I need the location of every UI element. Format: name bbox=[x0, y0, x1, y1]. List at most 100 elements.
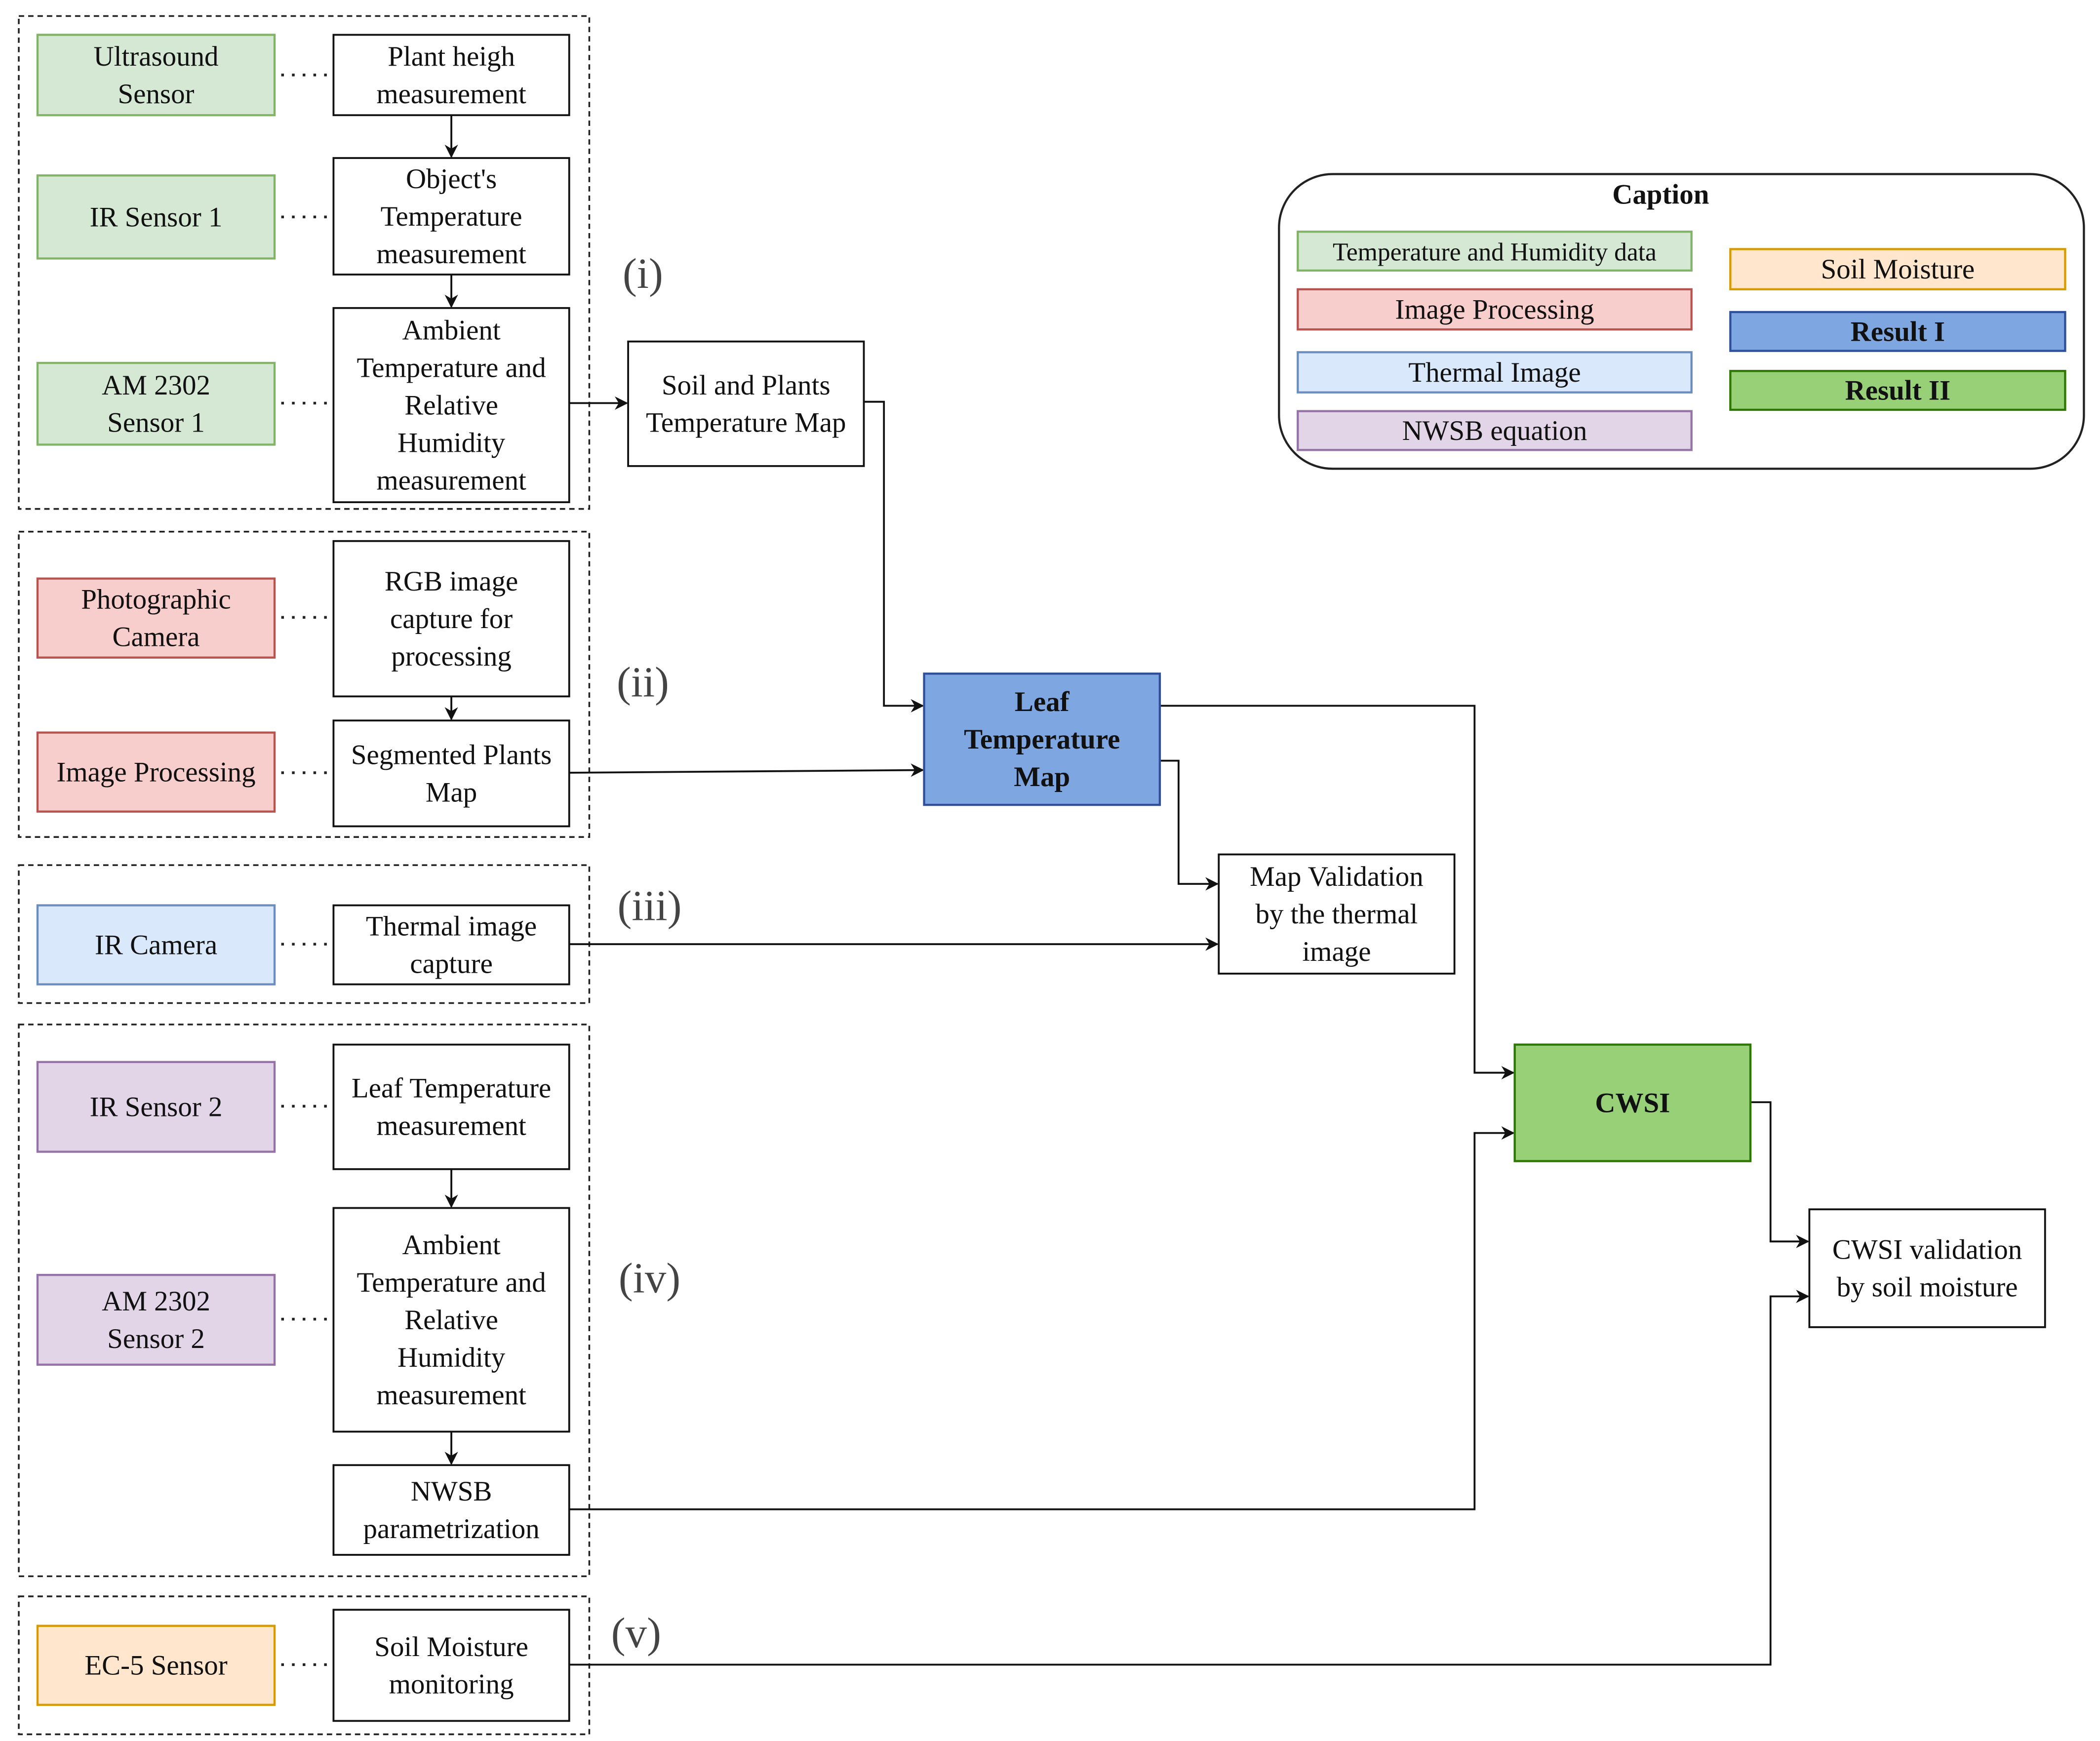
node-text: Map Validation bbox=[1250, 861, 1424, 892]
node-text: CWSI validation bbox=[1832, 1234, 2022, 1266]
node-box bbox=[332, 719, 570, 828]
node-cwsi-validation: CWSI validation by soil moisture bbox=[1808, 1208, 2046, 1328]
node-ir-sensor-2: IR Sensor 2 bbox=[36, 1061, 276, 1153]
node-text: IR Camera bbox=[95, 930, 217, 961]
node-text: Thermal image bbox=[366, 911, 537, 942]
node-text: Humidity bbox=[397, 427, 506, 458]
node-ec5: EC-5 Sensor bbox=[36, 1624, 276, 1706]
node-text: monitoring bbox=[389, 1669, 514, 1700]
legend-item-result-1: Result I bbox=[1729, 311, 2066, 352]
node-cwsi: CWSI bbox=[1513, 1043, 1752, 1162]
node-text: Ambient bbox=[402, 315, 500, 346]
flow-arrow bbox=[569, 1289, 1810, 1666]
node-text: Humidity bbox=[397, 1342, 506, 1373]
node-soil-plants-map: Soil and Plants Temperature Map bbox=[627, 340, 865, 467]
cwsi-workflow-diagram: Ultrasound Sensor IR Sensor 1 AM 2302 Sensor… bbox=[18, 15, 2085, 1736]
node-segmented: Segmented Plants Map bbox=[332, 719, 570, 828]
node-text: RGB image bbox=[385, 566, 518, 597]
node-box bbox=[332, 1609, 570, 1722]
legend-label: Temperature and Humidity data bbox=[1333, 238, 1657, 267]
node-text: processing bbox=[391, 641, 512, 672]
legend-label: Result II bbox=[1845, 375, 1951, 406]
node-text: Segmented Plants bbox=[351, 739, 552, 770]
node-text: measurement bbox=[376, 238, 526, 270]
node-box bbox=[332, 1043, 570, 1170]
node-text: capture for bbox=[390, 603, 513, 634]
node-text: Leaf bbox=[1015, 686, 1070, 717]
section-label: (ii) bbox=[617, 658, 669, 706]
node-text: measurement bbox=[376, 1380, 526, 1411]
legend-item-thermal-image: Thermal Image bbox=[1297, 351, 1693, 394]
node-text: Ambient bbox=[402, 1229, 500, 1261]
node-text: EC-5 Sensor bbox=[84, 1650, 227, 1681]
node-text: Object's bbox=[406, 163, 497, 195]
node-text: Leaf Temperature bbox=[352, 1073, 551, 1104]
node-text: Sensor bbox=[118, 79, 195, 110]
node-am2302-1: AM 2302 Sensor 1 bbox=[36, 361, 276, 446]
flow-arrow bbox=[569, 763, 924, 777]
node-rgb-capture: RGB image capture for processing bbox=[332, 540, 570, 698]
legend-label: NWSB equation bbox=[1402, 415, 1587, 446]
flow-arrow bbox=[1750, 1101, 1810, 1248]
legend-item-nwsb-equation: NWSB equation bbox=[1297, 410, 1693, 451]
node-soil-monitoring: Soil Moisture monitoring bbox=[332, 1609, 570, 1722]
flow-arrow bbox=[569, 1126, 1515, 1510]
node-text: capture bbox=[410, 948, 493, 979]
caption-title: Caption bbox=[1612, 179, 1709, 210]
node-object-temp: Object's Temperature measurement bbox=[332, 157, 570, 276]
node-text: CWSI bbox=[1595, 1088, 1670, 1119]
section-label: (v) bbox=[611, 1609, 661, 1657]
node-text: image bbox=[1302, 936, 1371, 967]
node-text: Relative bbox=[404, 1305, 498, 1336]
node-text: IR Sensor 1 bbox=[90, 201, 223, 233]
node-text: Temperature and bbox=[357, 353, 546, 384]
node-text: Sensor 2 bbox=[107, 1323, 205, 1354]
node-text: parametrization bbox=[363, 1513, 539, 1544]
legend-item-soil-moisture: Soil Moisture bbox=[1729, 248, 2066, 291]
caption-legend: Caption Temperature and Humidity data Imag… bbox=[1278, 173, 2085, 470]
flow-arrow bbox=[864, 400, 924, 712]
section-label: (i) bbox=[623, 250, 663, 297]
node-text: Map bbox=[426, 777, 477, 808]
legend-item-temperature-humidity: Temperature and Humidity data bbox=[1297, 231, 1693, 272]
node-text: Image Processing bbox=[56, 757, 255, 788]
node-ambient-2: Ambient Temperature and Relative Humidity me… bbox=[332, 1207, 570, 1433]
legend-label: Thermal Image bbox=[1408, 357, 1581, 388]
legend-label: Soil Moisture bbox=[1821, 254, 1975, 285]
node-text: Soil and Plants bbox=[662, 370, 831, 401]
section-label: (iv) bbox=[619, 1254, 680, 1302]
node-text: Plant heigh bbox=[388, 41, 515, 72]
section-label: (iii) bbox=[617, 882, 681, 929]
legend-item-image-processing: Image Processing bbox=[1297, 288, 1693, 331]
node-text: measurement bbox=[376, 1110, 526, 1142]
node-am2302-2: AM 2302 Sensor 2 bbox=[36, 1273, 276, 1366]
node-ir-camera: IR Camera bbox=[36, 904, 276, 986]
flow-arrow bbox=[1159, 759, 1219, 891]
node-text: IR Sensor 2 bbox=[90, 1092, 223, 1123]
node-text: measurement bbox=[376, 79, 526, 110]
node-photo-camera: Photographic Camera bbox=[36, 577, 276, 659]
node-thermal-capture: Thermal image capture bbox=[332, 904, 570, 986]
legend-label: Image Processing bbox=[1395, 294, 1594, 325]
node-box bbox=[627, 340, 865, 467]
node-plant-height: Plant heigh measurement bbox=[332, 34, 570, 117]
node-nwsb-param: NWSB parametrization bbox=[332, 1464, 570, 1556]
node-text: Ultrasound bbox=[94, 41, 219, 72]
node-text: by soil moisture bbox=[1837, 1272, 2018, 1303]
node-text: Photographic bbox=[81, 584, 231, 615]
legend-item-result-2: Result II bbox=[1729, 370, 2066, 411]
node-text: Soil Moisture bbox=[374, 1631, 528, 1662]
node-leaf-temp-map: Leaf Temperature Map bbox=[923, 673, 1161, 806]
node-ultrasound: Ultrasound Sensor bbox=[36, 34, 276, 117]
node-leaf-temp-meas: Leaf Temperature measurement bbox=[332, 1043, 570, 1170]
node-text: Sensor 1 bbox=[107, 407, 205, 438]
node-text: Camera bbox=[113, 622, 200, 653]
node-text: NWSB bbox=[411, 1476, 492, 1507]
node-ir-sensor-1: IR Sensor 1 bbox=[36, 174, 276, 260]
node-text: Temperature bbox=[381, 201, 522, 232]
node-image-processing: Image Processing bbox=[36, 731, 276, 813]
node-text: AM 2302 bbox=[102, 1286, 210, 1317]
node-text: AM 2302 bbox=[102, 370, 210, 401]
node-text: Relative bbox=[404, 390, 498, 421]
node-text: measurement bbox=[376, 465, 526, 496]
